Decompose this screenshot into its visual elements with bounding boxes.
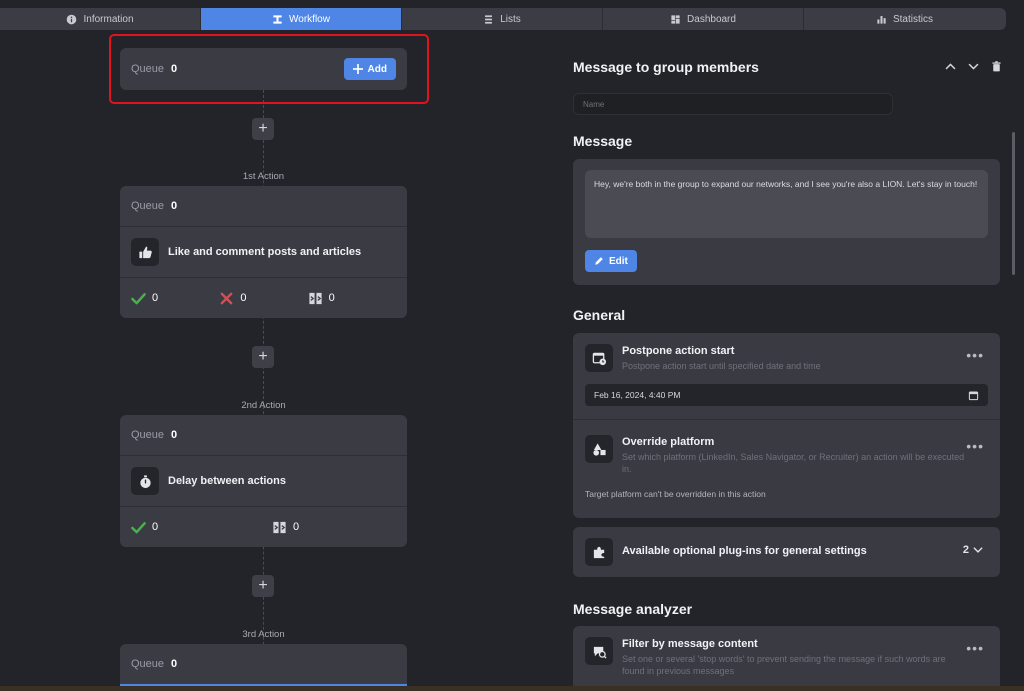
info-icon <box>67 14 77 24</box>
success-stat: 0 <box>131 291 219 306</box>
filter-more-icon[interactable]: ••• <box>966 641 984 655</box>
queue-label: Queue <box>131 429 165 441</box>
tab-statistics[interactable]: Statistics <box>804 8 1005 30</box>
dashboard-icon <box>671 14 680 24</box>
override-note: Target platform can't be overridden in t… <box>585 489 766 499</box>
override-title: Override platform <box>622 436 715 448</box>
override-more-icon[interactable]: ••• <box>966 439 984 453</box>
skipped-count: 0 <box>328 292 335 304</box>
queue-label: Queue <box>131 658 165 670</box>
tab-information[interactable]: Information <box>0 8 201 30</box>
queue-count: 0 <box>171 429 178 441</box>
action-card-2[interactable]: Queue 0 Delay between actions 0 0 <box>120 415 407 547</box>
postpone-more-icon[interactable]: ••• <box>966 348 984 362</box>
queue-label: Queue <box>131 200 165 212</box>
action-card-1[interactable]: Queue 0 Like and comment posts and artic… <box>120 186 407 318</box>
chevron-down-icon[interactable] <box>967 60 980 73</box>
message-section-title: Message <box>573 133 633 149</box>
highlight-annotation <box>109 34 429 104</box>
plugins-count: 2 <box>962 544 969 556</box>
queue-count: 0 <box>171 658 178 670</box>
calendar-icon[interactable] <box>968 390 979 401</box>
skipped-stat: 0 <box>308 291 396 306</box>
puzzle-icon <box>593 546 604 558</box>
check-icon <box>131 521 146 533</box>
trash-icon[interactable] <box>990 60 1003 73</box>
plugins-toggle[interactable]: 2 <box>963 544 984 556</box>
failed-count: 0 <box>240 292 247 304</box>
postpone-date-value: Feb 16, 2024, 4:40 PM <box>594 390 681 400</box>
queue-count: 0 <box>171 200 178 212</box>
add-step-button[interactable]: + <box>252 346 274 368</box>
panel-title-actions <box>944 60 1003 73</box>
bar-chart-icon <box>877 15 886 24</box>
skipped-count: 0 <box>293 521 300 533</box>
message-box: Hey, we're both in the group to expand o… <box>573 159 1000 285</box>
tab-lists-label: Lists <box>500 13 521 25</box>
tab-information-label: Information <box>83 13 134 25</box>
plugins-title: Available optional plug-ins for general … <box>622 545 867 557</box>
skip-icon <box>309 292 322 304</box>
message-search-icon <box>593 646 607 659</box>
plugins-box[interactable]: Available optional plug-ins for general … <box>573 527 1000 577</box>
list-icon <box>485 14 493 24</box>
add-step-button[interactable]: + <box>252 118 274 140</box>
general-section-title: General <box>573 307 626 323</box>
filter-description: Set one or several 'stop words' to preve… <box>622 654 946 676</box>
override-description: Set which platform (LinkedIn, Sales Navi… <box>622 452 965 474</box>
general-settings-box: Postpone action start Postpone action st… <box>573 333 1000 518</box>
message-text: Hey, we're both in the group to expand o… <box>585 170 988 238</box>
edit-button[interactable]: Edit <box>585 250 637 272</box>
chevron-up-icon[interactable] <box>944 60 957 73</box>
tab-workflow-label: Workflow <box>289 13 330 25</box>
action-name: Like and comment posts and articles <box>168 246 362 258</box>
postpone-description: Postpone action start until specified da… <box>622 361 821 371</box>
name-input[interactable] <box>573 93 893 115</box>
add-step-button[interactable]: + <box>252 575 274 597</box>
step-label: 3rd Action <box>242 629 285 640</box>
filter-title: Filter by message content <box>622 638 758 650</box>
postpone-date-field[interactable]: Feb 16, 2024, 4:40 PM <box>585 384 988 406</box>
panel-scrollbar[interactable] <box>1012 132 1015 275</box>
skipped-stat: 0 <box>272 520 368 535</box>
thumbs-up-icon <box>138 246 152 258</box>
skip-icon <box>273 521 286 533</box>
postpone-title: Postpone action start <box>622 345 735 357</box>
tab-statistics-label: Statistics <box>892 13 933 25</box>
step-label: 1st Action <box>242 171 285 182</box>
step-label: 2nd Action <box>241 400 286 411</box>
tab-dashboard[interactable]: Dashboard <box>603 8 804 30</box>
tab-workflow[interactable]: Workflow <box>201 8 402 30</box>
action-card-3[interactable]: Queue 0 <box>120 644 407 688</box>
panel-title: Message to group members <box>573 59 759 75</box>
analyzer-section-title: Message analyzer <box>573 601 693 617</box>
action-name: Delay between actions <box>168 475 286 487</box>
stopwatch-icon <box>139 474 151 488</box>
x-icon <box>220 292 233 304</box>
workflow-icon <box>273 14 282 24</box>
chevron-down-icon <box>973 547 983 553</box>
shapes-icon <box>592 442 606 456</box>
calendar-clock-icon <box>592 352 606 365</box>
check-icon <box>131 292 146 304</box>
success-count: 0 <box>152 292 159 304</box>
success-stat: 0 <box>131 520 272 535</box>
bottom-edge <box>0 686 1024 691</box>
tab-dashboard-label: Dashboard <box>687 13 736 25</box>
failed-stat: 0 <box>219 291 307 306</box>
edit-button-label: Edit <box>609 255 628 267</box>
pencil-icon <box>595 257 603 265</box>
top-nav: Information Workflow Lists Dashboard Sta… <box>0 8 1006 30</box>
success-count: 0 <box>152 521 159 533</box>
tab-lists[interactable]: Lists <box>402 8 603 30</box>
analyzer-box: Filter by message content Set one or sev… <box>573 626 1000 691</box>
